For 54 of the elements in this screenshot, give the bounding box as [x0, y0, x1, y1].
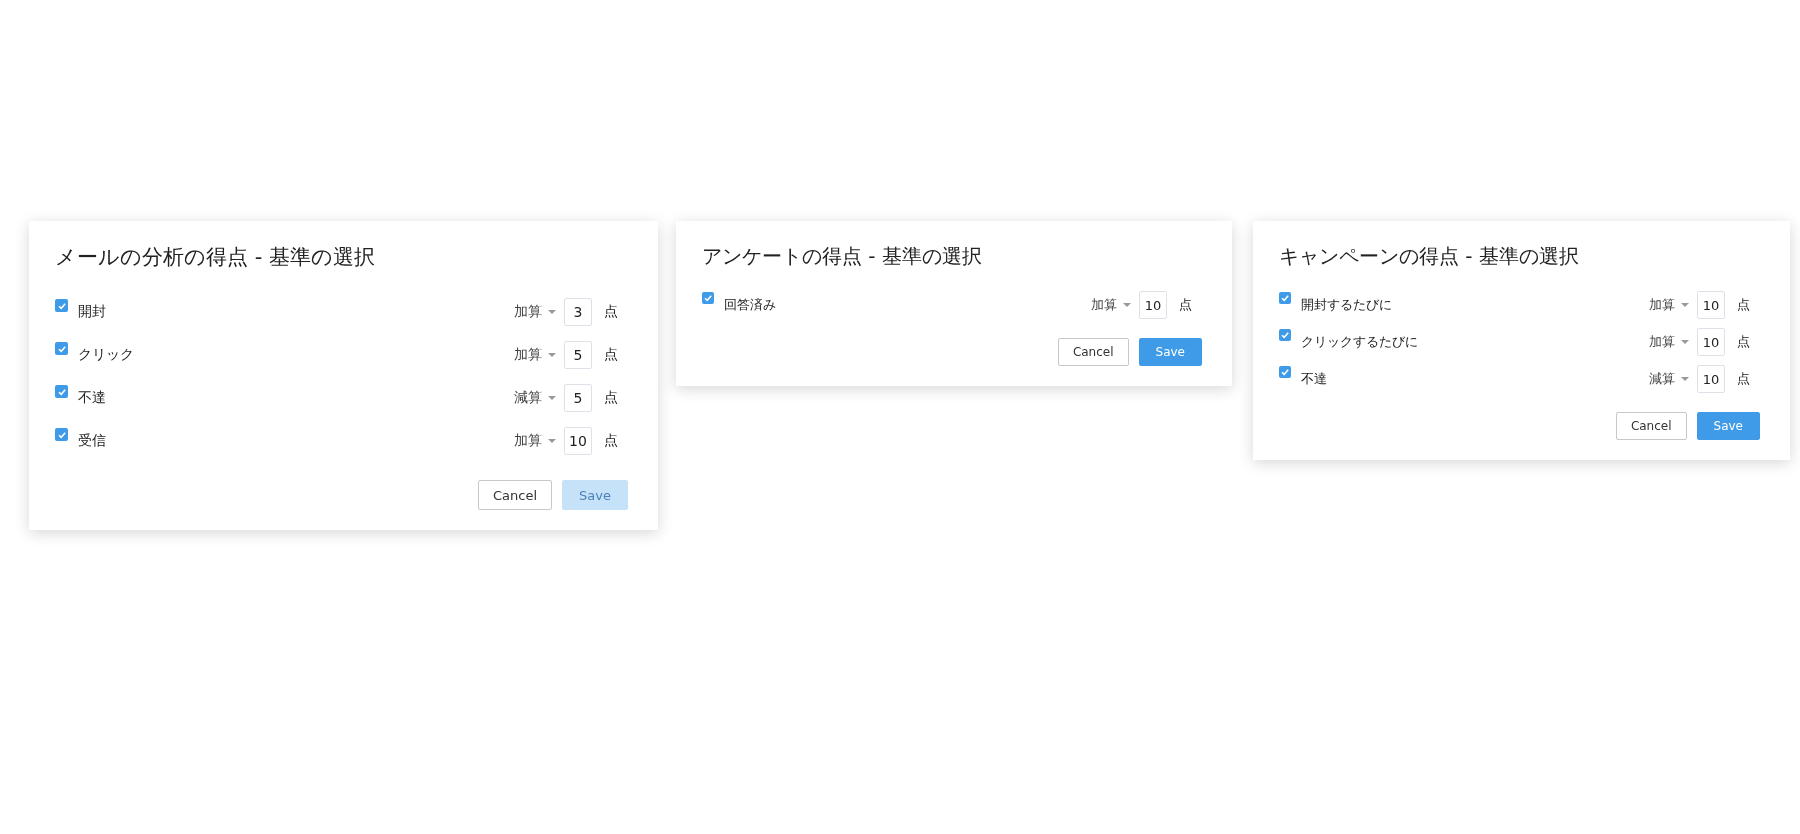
operation-dropdown[interactable]: 加算: [514, 432, 556, 450]
dialog-title: アンケートの得点 - 基準の選択: [702, 243, 983, 270]
caret-icon: [1123, 302, 1131, 308]
points-input[interactable]: 5: [564, 384, 592, 412]
dialog-title: メールの分析の得点 - 基準の選択: [55, 244, 376, 271]
caret-icon: [1681, 339, 1689, 345]
checkbox[interactable]: [55, 428, 68, 441]
caret-icon: [548, 395, 556, 401]
points-input[interactable]: 10: [1697, 365, 1725, 393]
criterion-label: 開封するたびに: [1301, 296, 1393, 314]
points-input[interactable]: 10: [1139, 291, 1167, 319]
checkbox[interactable]: [1279, 366, 1291, 378]
caret-icon: [1681, 302, 1689, 308]
unit-label: 点: [604, 432, 618, 450]
criterion-label: クリック: [78, 346, 135, 364]
points-input[interactable]: 10: [564, 427, 592, 455]
caret-icon: [548, 309, 556, 315]
criterion-label: クリックするたびに: [1301, 333, 1419, 351]
dialog-title: キャンペーンの得点 - 基準の選択: [1279, 243, 1580, 270]
points-input[interactable]: 10: [1697, 328, 1725, 356]
checkbox[interactable]: [55, 299, 68, 312]
checkbox[interactable]: [702, 292, 714, 304]
criterion-label: 不達: [78, 389, 107, 407]
points-input[interactable]: 10: [1697, 291, 1725, 319]
unit-label: 点: [1737, 333, 1750, 351]
operation-dropdown[interactable]: 減算: [1649, 370, 1689, 388]
unit-label: 点: [1737, 370, 1750, 388]
unit-label: 点: [1737, 296, 1750, 314]
cancel-button[interactable]: Cancel: [1057, 338, 1129, 366]
operation-dropdown[interactable]: 加算: [514, 346, 556, 364]
checkbox[interactable]: [1279, 329, 1291, 341]
checkbox[interactable]: [1279, 292, 1291, 304]
criterion-label: 受信: [78, 432, 107, 450]
criterion-label: 不達: [1301, 370, 1328, 388]
checkbox[interactable]: [55, 342, 68, 355]
criterion-label: 開封: [78, 303, 107, 321]
checkbox[interactable]: [55, 385, 68, 398]
operation-dropdown[interactable]: 加算: [1091, 296, 1131, 314]
points-input[interactable]: 5: [564, 341, 592, 369]
operation-dropdown[interactable]: 加算: [1649, 333, 1689, 351]
points-input[interactable]: 3: [564, 298, 592, 326]
unit-label: 点: [604, 303, 618, 321]
caret-icon: [548, 352, 556, 358]
operation-dropdown[interactable]: 加算: [514, 303, 556, 321]
criterion-label: 回答済み: [724, 296, 777, 314]
cancel-button[interactable]: Cancel: [478, 480, 553, 510]
operation-dropdown[interactable]: 加算: [1649, 296, 1689, 314]
cancel-button[interactable]: Cancel: [1615, 412, 1687, 440]
caret-icon: [548, 438, 556, 444]
unit-label: 点: [604, 346, 618, 364]
operation-dropdown[interactable]: 減算: [514, 389, 556, 407]
unit-label: 点: [1179, 296, 1192, 314]
caret-icon: [1681, 376, 1689, 382]
unit-label: 点: [604, 389, 618, 407]
